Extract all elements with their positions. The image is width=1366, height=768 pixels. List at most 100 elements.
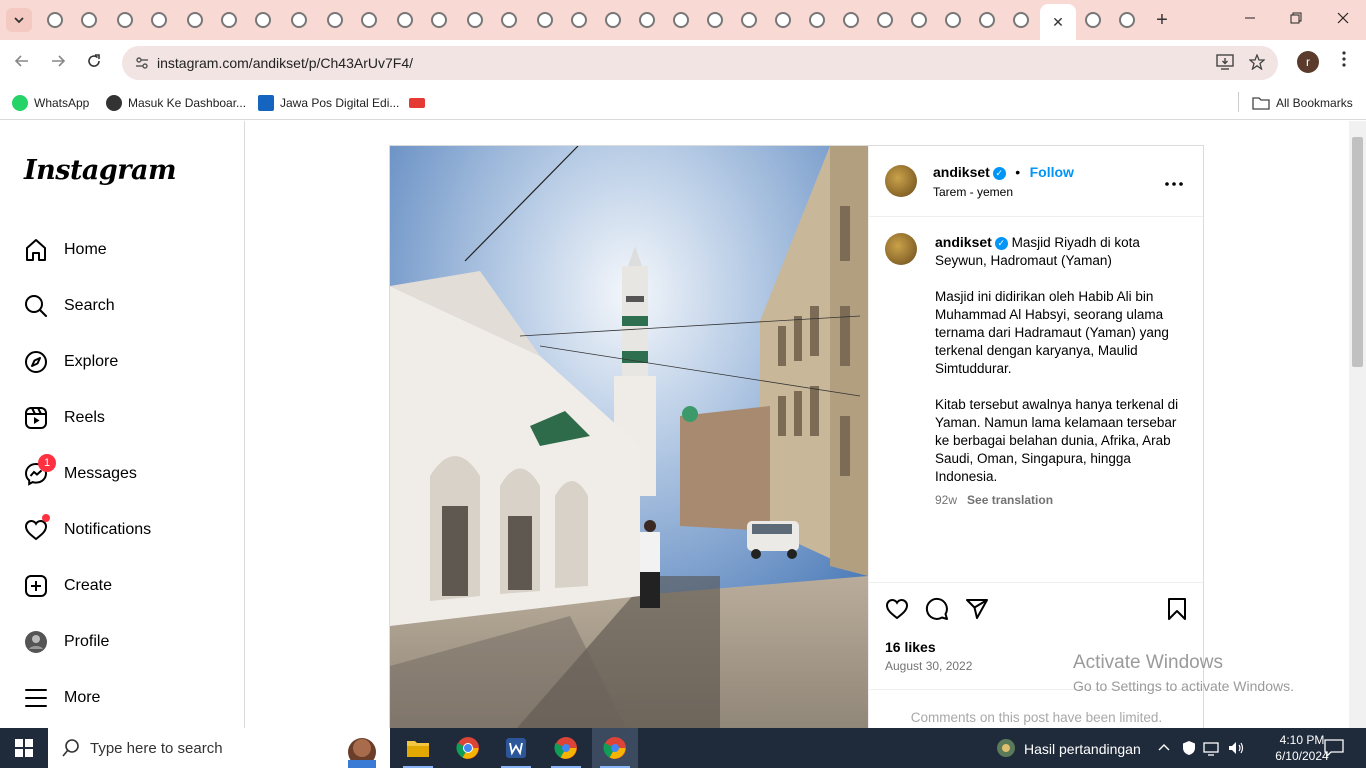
reload-button[interactable] bbox=[82, 52, 106, 74]
tab-active-instagram[interactable]: ✕ bbox=[1040, 4, 1076, 40]
chevron-up-icon[interactable] bbox=[1158, 742, 1170, 754]
taskbar-search[interactable]: Type here to search bbox=[48, 728, 390, 768]
all-bookmarks-button[interactable]: All Bookmarks bbox=[1252, 93, 1353, 113]
taskbar-file-explorer[interactable] bbox=[395, 728, 441, 768]
browser-tab[interactable] bbox=[38, 6, 72, 34]
caption-avatar[interactable] bbox=[885, 233, 917, 265]
browser-tab[interactable] bbox=[458, 6, 492, 34]
profile-avatar-button[interactable]: r bbox=[1297, 51, 1319, 73]
browser-tab[interactable] bbox=[352, 6, 386, 34]
browser-tab[interactable] bbox=[422, 6, 456, 34]
back-button[interactable] bbox=[10, 52, 34, 74]
browser-tab[interactable] bbox=[562, 6, 596, 34]
bookmark-star-icon[interactable] bbox=[1248, 53, 1266, 72]
browser-tab[interactable] bbox=[936, 6, 970, 34]
save-button[interactable] bbox=[1165, 597, 1191, 623]
browser-tab[interactable] bbox=[800, 6, 834, 34]
browser-tab[interactable] bbox=[246, 6, 280, 34]
heart-icon bbox=[885, 598, 909, 620]
nav-more[interactable]: More bbox=[24, 683, 100, 713]
bookmark-jawapos[interactable]: Jawa Pos Digital Edi... bbox=[258, 93, 399, 113]
browser-tab[interactable] bbox=[1076, 6, 1110, 34]
nav-notifications[interactable]: Notifications bbox=[24, 514, 152, 545]
site-info-icon[interactable] bbox=[134, 55, 150, 71]
news-weather-icon[interactable] bbox=[996, 738, 1016, 758]
address-bar[interactable]: instagram.com/andikset/p/Ch43ArUv7F4/ bbox=[122, 46, 1278, 80]
browser-tab[interactable] bbox=[766, 6, 800, 34]
browser-tab[interactable] bbox=[698, 6, 732, 34]
taskbar-chrome-profile-r[interactable] bbox=[592, 728, 638, 768]
post-options-button[interactable] bbox=[1165, 170, 1183, 191]
nav-home[interactable]: Home bbox=[24, 235, 107, 265]
see-translation-button[interactable]: See translation bbox=[967, 493, 1053, 507]
post-location[interactable]: Tarem - yemen bbox=[933, 185, 1013, 199]
tab-search-button[interactable] bbox=[6, 8, 32, 32]
browser-tab[interactable] bbox=[282, 6, 316, 34]
bookmark-icon bbox=[1168, 598, 1186, 620]
browser-tab[interactable] bbox=[528, 6, 562, 34]
close-icon bbox=[1337, 12, 1349, 24]
like-button[interactable] bbox=[885, 597, 911, 623]
taskbar-word[interactable] bbox=[493, 728, 539, 768]
scrollbar-thumb[interactable] bbox=[1352, 137, 1363, 367]
browser-tab[interactable] bbox=[108, 6, 142, 34]
forward-button[interactable] bbox=[46, 52, 70, 74]
comment-button[interactable] bbox=[925, 597, 951, 623]
caption-username[interactable]: andikset bbox=[935, 234, 992, 250]
bookmark-jds[interactable] bbox=[409, 93, 431, 113]
browser-tab[interactable] bbox=[142, 6, 176, 34]
nav-search[interactable]: Search bbox=[24, 291, 115, 321]
nav-reels[interactable]: Reels bbox=[24, 403, 105, 433]
browser-tab[interactable] bbox=[1110, 6, 1144, 34]
security-shield-icon[interactable] bbox=[1181, 740, 1197, 756]
browser-menu-button[interactable] bbox=[1336, 51, 1352, 73]
nav-explore[interactable]: Explore bbox=[24, 347, 118, 377]
taskbar-chrome-profile-h[interactable] bbox=[543, 728, 589, 768]
restore-button[interactable] bbox=[1284, 8, 1308, 32]
nav-label: Notifications bbox=[64, 521, 152, 538]
minimize-button[interactable] bbox=[1238, 8, 1262, 32]
nav-profile[interactable]: Profile bbox=[24, 627, 109, 657]
new-tab-button[interactable]: + bbox=[1150, 8, 1174, 32]
browser-tab[interactable] bbox=[970, 6, 1004, 34]
post-photo[interactable] bbox=[390, 146, 868, 734]
bookmark-dashboard[interactable]: Masuk Ke Dashboar... bbox=[106, 93, 246, 113]
start-button[interactable] bbox=[0, 728, 48, 768]
follow-button[interactable]: Follow bbox=[1030, 164, 1074, 180]
post-age[interactable]: 92w bbox=[935, 493, 957, 507]
browser-tab[interactable] bbox=[834, 6, 868, 34]
browser-tab[interactable] bbox=[72, 6, 106, 34]
browser-tab[interactable] bbox=[868, 6, 902, 34]
instagram-logo[interactable]: Instagram bbox=[24, 155, 177, 186]
bookmark-whatsapp[interactable]: WhatsApp bbox=[12, 93, 89, 113]
author-avatar[interactable] bbox=[885, 165, 917, 197]
likes-count[interactable]: 16 likes bbox=[885, 639, 936, 655]
network-icon[interactable] bbox=[1203, 740, 1221, 756]
tab-close-icon[interactable]: ✕ bbox=[1052, 14, 1064, 31]
author-username[interactable]: andikset bbox=[933, 164, 990, 180]
notification-center-icon[interactable] bbox=[1324, 739, 1344, 757]
volume-icon[interactable] bbox=[1228, 740, 1246, 756]
news-widget-text[interactable]: Hasil pertandingan bbox=[1024, 741, 1141, 757]
close-window-button[interactable] bbox=[1331, 8, 1355, 32]
browser-tab[interactable] bbox=[318, 6, 352, 34]
send-icon bbox=[966, 599, 988, 619]
url-text[interactable]: instagram.com/andikset/p/Ch43ArUv7F4/ bbox=[157, 55, 413, 71]
browser-tab[interactable] bbox=[1004, 6, 1038, 34]
nav-create[interactable]: Create bbox=[24, 571, 112, 601]
system-clock[interactable]: 4:10 PM 6/10/2024 bbox=[1272, 732, 1332, 764]
browser-tab[interactable] bbox=[178, 6, 212, 34]
browser-tab[interactable] bbox=[596, 6, 630, 34]
install-app-icon[interactable] bbox=[1216, 54, 1234, 72]
page-scrollbar[interactable] bbox=[1349, 121, 1366, 728]
browser-tab[interactable] bbox=[388, 6, 422, 34]
nav-messages[interactable]: 1 Messages bbox=[24, 454, 137, 489]
browser-tab[interactable] bbox=[212, 6, 246, 34]
browser-tab[interactable] bbox=[492, 6, 526, 34]
taskbar-chrome[interactable] bbox=[445, 728, 491, 768]
browser-tab[interactable] bbox=[630, 6, 664, 34]
browser-tab[interactable] bbox=[664, 6, 698, 34]
share-button[interactable] bbox=[965, 597, 991, 623]
browser-tab[interactable] bbox=[902, 6, 936, 34]
browser-tab[interactable] bbox=[732, 6, 766, 34]
